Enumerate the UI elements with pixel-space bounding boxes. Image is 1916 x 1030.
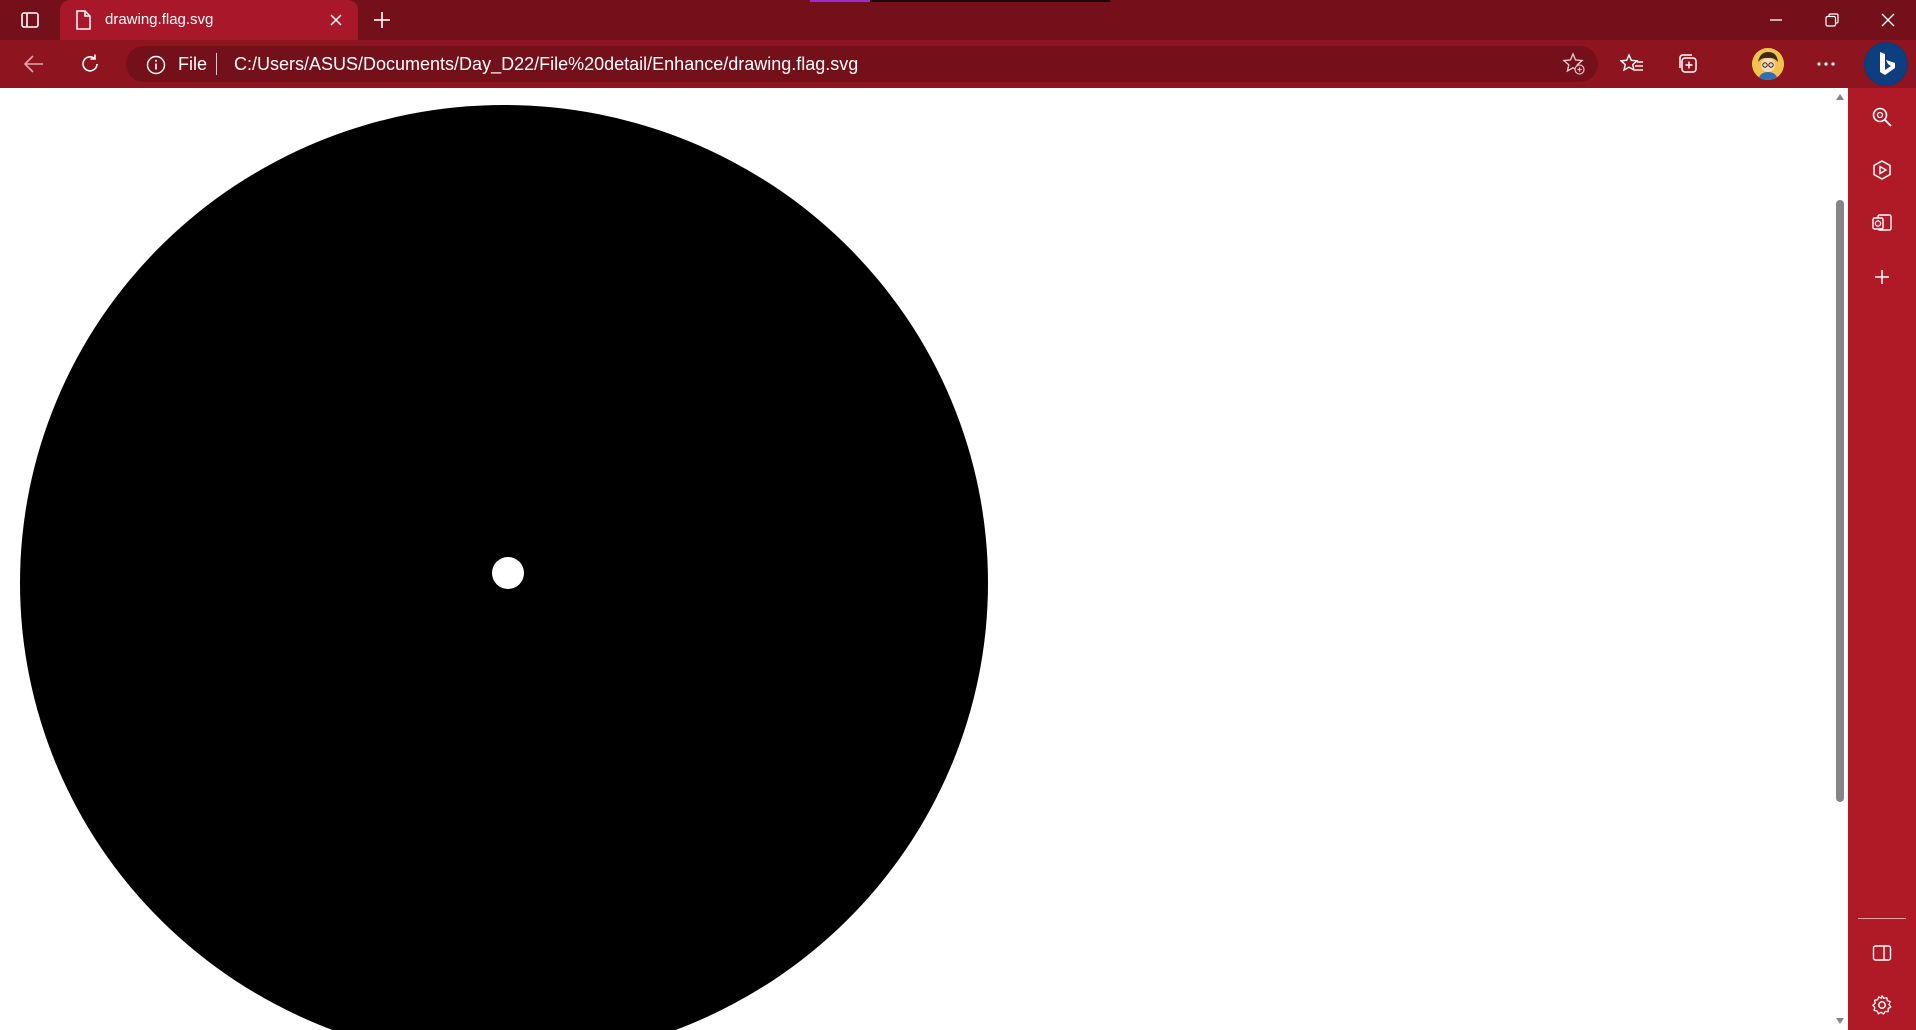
sidebar-divider: [1858, 918, 1906, 919]
add-favorite-icon[interactable]: [1562, 52, 1586, 76]
close-icon: [330, 14, 342, 26]
copilot-button[interactable]: [1864, 42, 1908, 86]
url-text[interactable]: C:/Users/ASUS/Documents/Day_D22/File%20d…: [234, 54, 858, 75]
sidebar-outlook-button[interactable]: [1865, 206, 1899, 240]
scroll-up-arrow-icon[interactable]: [1835, 92, 1845, 102]
back-arrow-icon: [23, 55, 43, 73]
minimize-icon: [1770, 19, 1782, 21]
address-bar[interactable]: File C:/Users/ASUS/Documents/Day_D22/Fil…: [126, 46, 1598, 82]
info-icon[interactable]: [146, 55, 166, 75]
refresh-button[interactable]: [72, 48, 108, 80]
tab-actions-icon: [21, 12, 39, 28]
copilot-icon: [1873, 160, 1891, 180]
window-drag-strip: [810, 0, 1110, 2]
active-tab[interactable]: drawing.flag.svg: [60, 0, 358, 40]
plus-icon: [374, 12, 390, 28]
refresh-icon: [82, 54, 98, 72]
close-window-icon: [1881, 13, 1895, 27]
collections-button[interactable]: [1670, 48, 1706, 80]
edge-sidebar: [1848, 88, 1916, 1030]
vertical-scrollbar[interactable]: [1832, 88, 1848, 1030]
settings-more-button[interactable]: [1808, 48, 1844, 80]
scroll-down-arrow-icon[interactable]: [1835, 1016, 1845, 1026]
svg-viewer: [0, 88, 1848, 1030]
url-scheme-label[interactable]: File: [178, 54, 207, 75]
tab-actions-button[interactable]: [10, 8, 50, 32]
back-button[interactable]: [16, 48, 52, 80]
search-icon: [1872, 107, 1892, 127]
file-icon: [76, 10, 91, 30]
collections-icon: [1679, 54, 1697, 73]
favorites-icon: [1620, 53, 1643, 72]
avatar-icon: [1752, 48, 1784, 80]
address-separator: [216, 53, 217, 75]
browser-toolbar: File C:/Users/ASUS/Documents/Day_D22/Fil…: [0, 40, 1916, 88]
sidebar-add-button[interactable]: [1865, 260, 1899, 294]
tab-close-button[interactable]: [326, 10, 346, 30]
close-window-button[interactable]: [1860, 0, 1916, 40]
bing-icon: [1865, 43, 1907, 85]
favorites-button[interactable]: [1614, 48, 1650, 80]
tab-title: drawing.flag.svg: [105, 11, 214, 28]
center-white-dot: [492, 557, 524, 589]
svg-drawing: [20, 105, 988, 1030]
sidebar-search-button[interactable]: [1865, 100, 1899, 134]
outlook-icon: [1872, 214, 1892, 231]
restore-icon: [1825, 13, 1839, 27]
sidebar-copilot-button[interactable]: [1865, 153, 1899, 187]
add-icon: [1875, 270, 1889, 284]
restore-button[interactable]: [1804, 0, 1860, 40]
sidebar-split-button[interactable]: [1865, 936, 1899, 970]
split-screen-icon: [1872, 945, 1892, 961]
scrollbar-thumb[interactable]: [1836, 200, 1844, 802]
sidebar-settings-button[interactable]: [1865, 988, 1899, 1022]
more-horizontal-icon: [1817, 62, 1835, 66]
title-bar: drawing.flag.svg: [0, 0, 1916, 40]
profile-avatar[interactable]: [1752, 48, 1784, 80]
settings-icon: [1872, 995, 1892, 1015]
new-tab-button[interactable]: [368, 6, 396, 34]
minimize-button[interactable]: [1748, 0, 1804, 40]
